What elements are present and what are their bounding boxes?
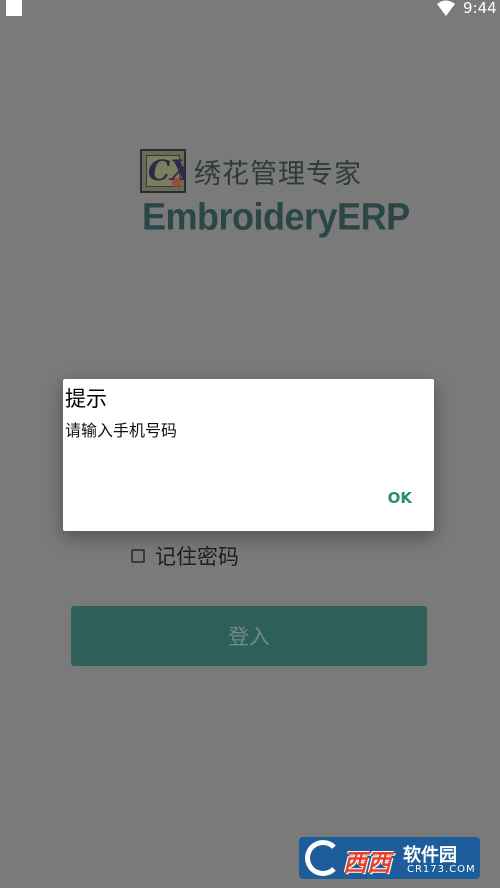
remember-password-checkbox[interactable] [131,549,145,563]
alert-dialog: 提示 请输入手机号码 OK [63,379,434,531]
wifi-icon [437,0,455,16]
login-button[interactable]: 登入 [71,606,427,666]
status-time: 9:44 [463,0,497,17]
watermark-red-text: 西西 [343,849,391,877]
dialog-title: 提示 [65,387,107,411]
dialog-ok-button[interactable]: OK [388,489,412,507]
status-bar: 9:44 [0,0,500,18]
app-logo: CX 绣花管理专家 [140,148,362,194]
watermark-c-icon [305,840,341,876]
remember-password-row[interactable]: 记住密码 [131,541,239,571]
dialog-message: 请输入手机号码 [65,421,178,440]
watermark-logo: 西西 软件园 CR173.COM [299,837,480,879]
remember-password-label: 记住密码 [155,545,239,569]
notification-square-icon [6,0,22,16]
registered-icon [172,178,181,187]
logo-mark-icon: CX [140,149,186,193]
app-title-cn: 绣花管理专家 [194,158,362,190]
watermark-url: CR173.COM [407,864,476,875]
app-title-en: EmbroideryERP [142,194,410,238]
